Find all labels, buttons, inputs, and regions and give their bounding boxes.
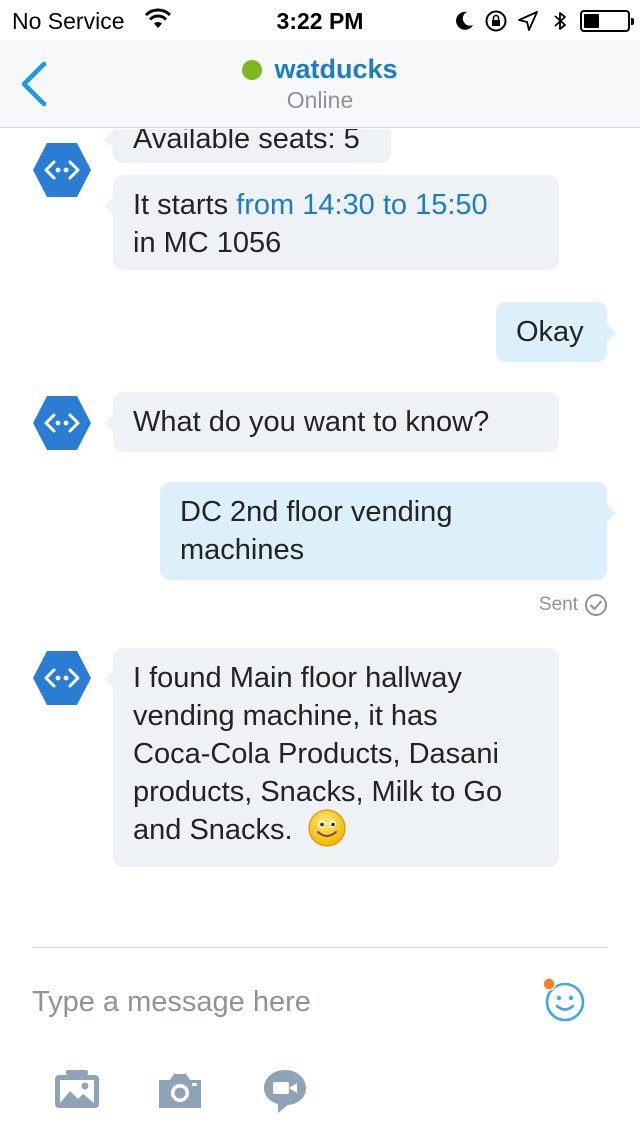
bot-avatar-icon — [33, 396, 91, 450]
conversation-header: watducks Online — [0, 40, 640, 128]
video-message-icon[interactable] — [260, 1066, 310, 1116]
time-highlight[interactable]: from 14:30 to 15:50 — [236, 189, 488, 221]
location-arrow-icon — [518, 11, 538, 31]
message-bubble[interactable]: Okay — [496, 302, 616, 362]
message-text: vending machine, it has — [133, 700, 438, 732]
emoticon-picker-icon[interactable] — [540, 976, 588, 1024]
message-text: products, Snacks, Milk to Go — [133, 776, 503, 808]
sent-label: Sent — [538, 594, 578, 615]
contact-name: watducks — [274, 54, 398, 84]
battery-level — [584, 14, 599, 28]
message-list[interactable]: Available seats: 5 It starts from 14:30 … — [0, 129, 640, 947]
contact-info[interactable]: watducks Online — [0, 54, 640, 114]
message-text: It starts — [133, 189, 237, 221]
rotation-lock-icon — [485, 10, 507, 32]
photo-icon[interactable] — [52, 1066, 102, 1116]
message-text: DC 2nd floor vending — [180, 496, 453, 528]
message-bubble[interactable]: Available seats: 5 — [104, 129, 391, 163]
message-input[interactable] — [32, 980, 512, 1024]
message-text: I found Main floor hallway — [133, 662, 462, 694]
composer-divider — [32, 947, 608, 948]
presence-indicator — [242, 59, 263, 80]
status-bar: No Service 3:22 PM — [0, 0, 640, 40]
message-text: Available seats: 5 — [133, 129, 360, 155]
message-bubble[interactable]: It starts from 14:30 to 15:50 in MC 1056 — [104, 175, 559, 270]
moon-icon — [456, 11, 473, 30]
message-bubble[interactable]: I found Main floor hallway vending machi… — [104, 648, 559, 867]
message-text: machines — [180, 534, 305, 566]
contact-status: Online — [286, 87, 354, 113]
battery-icon — [580, 10, 634, 32]
composer-toolbar — [0, 1066, 640, 1120]
message-text: What do you want to know? — [133, 406, 490, 438]
bluetooth-icon — [554, 12, 566, 30]
bot-avatar-icon — [33, 651, 91, 705]
sent-check-icon — [585, 594, 607, 616]
bot-avatar-icon — [33, 143, 91, 197]
message-text: and Snacks. — [133, 814, 293, 846]
message-bubble[interactable]: What do you want to know? — [104, 392, 559, 452]
camera-icon[interactable] — [155, 1066, 205, 1116]
message-text: Okay — [516, 316, 584, 348]
sent-status: Sent — [539, 593, 608, 617]
smile-emoticon-icon — [308, 809, 346, 847]
message-bubble[interactable]: DC 2nd floor vending machines — [160, 482, 616, 580]
message-text: Coca-Cola Products, Dasani — [133, 738, 499, 770]
message-text: in MC 1056 — [133, 227, 282, 259]
